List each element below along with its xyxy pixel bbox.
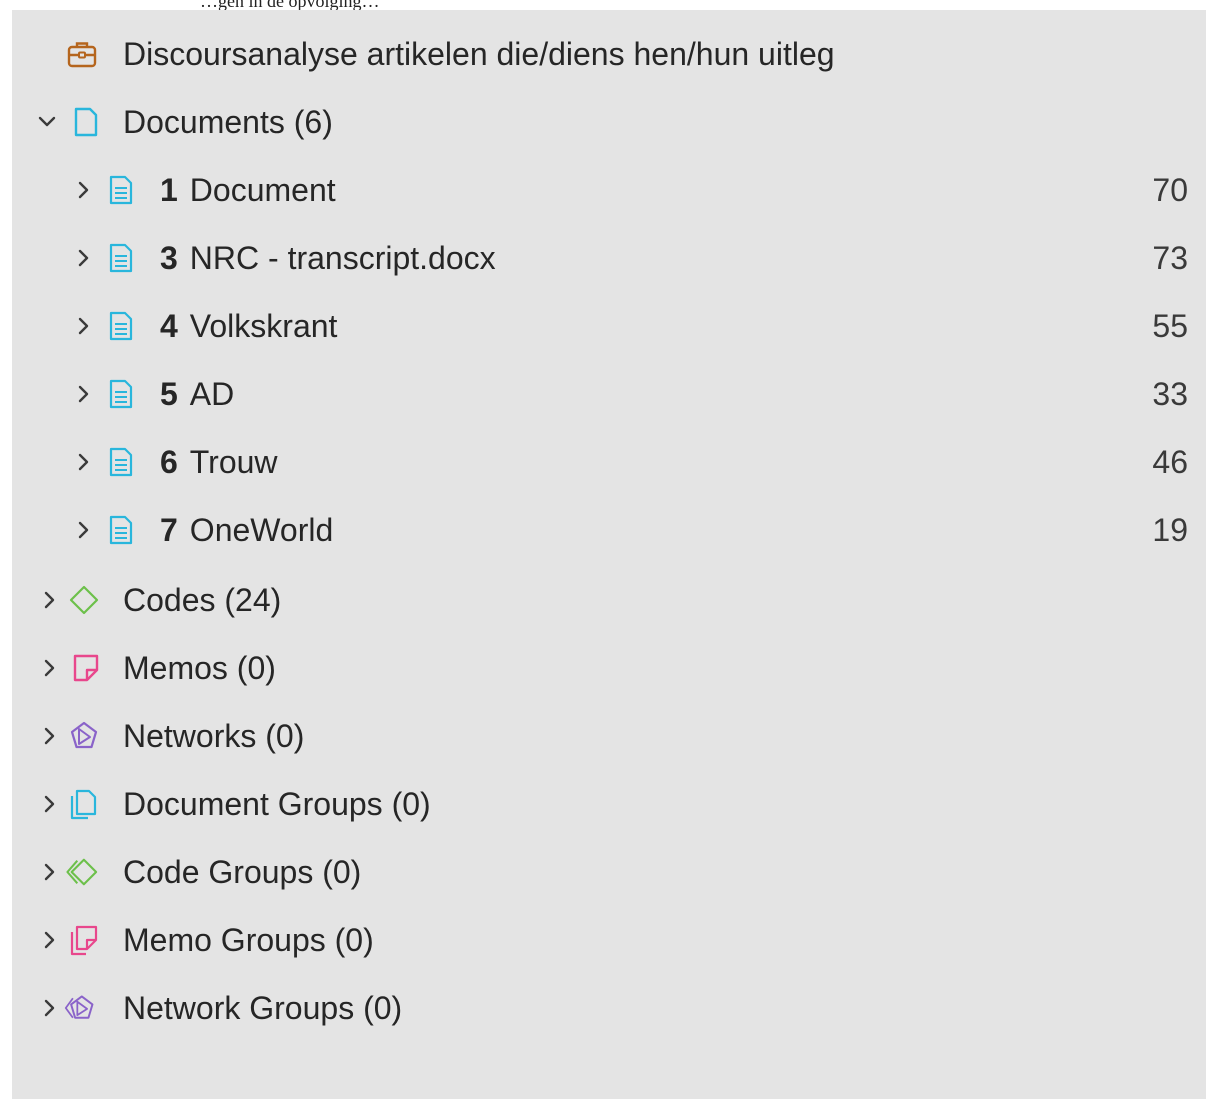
text-document-icon	[109, 379, 133, 409]
document-number: 3	[160, 240, 178, 276]
quotation-count: 70	[1152, 172, 1188, 208]
document-item[interactable]: 6 Trouw 46	[12, 428, 1206, 496]
memo-icon	[73, 654, 99, 682]
chevron-right-icon[interactable]	[38, 997, 60, 1019]
text-document-icon	[109, 243, 133, 273]
document-number: 5	[160, 376, 178, 412]
project-title: Discoursanalyse artikelen die/diens hen/…	[123, 36, 835, 72]
document-number: 7	[160, 512, 178, 548]
network-icon	[70, 721, 98, 749]
code-diamond-icon	[69, 585, 99, 615]
document-number: 1	[160, 172, 178, 208]
chevron-right-icon[interactable]	[72, 179, 94, 201]
chevron-right-icon[interactable]	[72, 519, 94, 541]
tree-node-label: Codes (24)	[123, 582, 282, 618]
network-group-icon	[64, 995, 94, 1019]
chevron-right-icon[interactable]	[72, 247, 94, 269]
chevron-down-icon[interactable]	[36, 111, 58, 133]
quotation-count: 73	[1152, 240, 1188, 276]
document-item[interactable]: 1 Document 70	[12, 156, 1206, 224]
document-name: AD	[189, 376, 235, 412]
tree-node-codes[interactable]: Codes (24)	[12, 566, 1206, 634]
chevron-right-icon[interactable]	[38, 861, 60, 883]
quotation-count: 19	[1152, 512, 1188, 548]
tree-node-networks[interactable]: Networks (0)	[12, 702, 1206, 770]
document-name: Trouw	[189, 444, 278, 480]
chevron-right-icon[interactable]	[72, 451, 94, 473]
tree-node-label: Memo Groups (0)	[123, 922, 374, 958]
document-item[interactable]: 7 OneWorld 19	[12, 496, 1206, 564]
document-name: Volkskrant	[189, 308, 338, 344]
code-group-icon	[66, 858, 98, 886]
tree-node-network-groups[interactable]: Network Groups (0)	[12, 974, 1206, 1042]
briefcase-icon	[67, 42, 97, 68]
document-item[interactable]: 3 NRC - transcript.docx 73	[12, 224, 1206, 292]
document-name: Document	[189, 172, 336, 208]
text-document-icon	[109, 311, 133, 341]
document-number: 6	[160, 444, 178, 480]
tree-node-label: Code Groups (0)	[123, 854, 362, 890]
tree-node-code-groups[interactable]: Code Groups (0)	[12, 838, 1206, 906]
quotation-count: 55	[1152, 308, 1188, 344]
text-document-icon	[109, 447, 133, 477]
text-document-icon	[109, 175, 133, 205]
chevron-right-icon[interactable]	[72, 383, 94, 405]
document-item[interactable]: 4 Volkskrant 55	[12, 292, 1206, 360]
chevron-right-icon[interactable]	[38, 929, 60, 951]
quotation-count: 46	[1152, 444, 1188, 480]
chevron-right-icon[interactable]	[72, 315, 94, 337]
tree-node-label: Network Groups (0)	[123, 990, 403, 1026]
tree-node-label: Networks (0)	[123, 718, 305, 754]
tree-node-label: Documents (6)	[123, 104, 333, 140]
project-explorer-tree: Discoursanalyse artikelen die/diens hen/…	[12, 10, 1206, 1099]
tree-node-memo-groups[interactable]: Memo Groups (0)	[12, 906, 1206, 974]
memo-group-icon	[70, 925, 98, 956]
clipped-header-text: …gen in de opvolging…	[0, 0, 1206, 10]
document-name: NRC - transcript.docx	[189, 240, 496, 276]
document-item[interactable]: 5 AD 33	[12, 360, 1206, 428]
document-icon	[74, 107, 98, 137]
document-number: 4	[160, 308, 178, 344]
quotation-count: 33	[1152, 376, 1188, 412]
tree-node-memos[interactable]: Memos (0)	[12, 634, 1206, 702]
tree-node-label: Memos (0)	[123, 650, 276, 686]
chevron-right-icon[interactable]	[38, 793, 60, 815]
chevron-right-icon[interactable]	[38, 725, 60, 747]
project-row[interactable]: Discoursanalyse artikelen die/diens hen/…	[12, 20, 1206, 88]
tree-node-documents[interactable]: Documents (6)	[12, 88, 1206, 156]
tree-node-label: Document Groups (0)	[123, 786, 431, 822]
chevron-right-icon[interactable]	[38, 589, 60, 611]
tree-node-document-groups[interactable]: Document Groups (0)	[12, 770, 1206, 838]
text-document-icon	[109, 515, 133, 545]
chevron-right-icon[interactable]	[38, 657, 60, 679]
document-group-icon	[70, 789, 97, 820]
document-name: OneWorld	[189, 512, 334, 548]
